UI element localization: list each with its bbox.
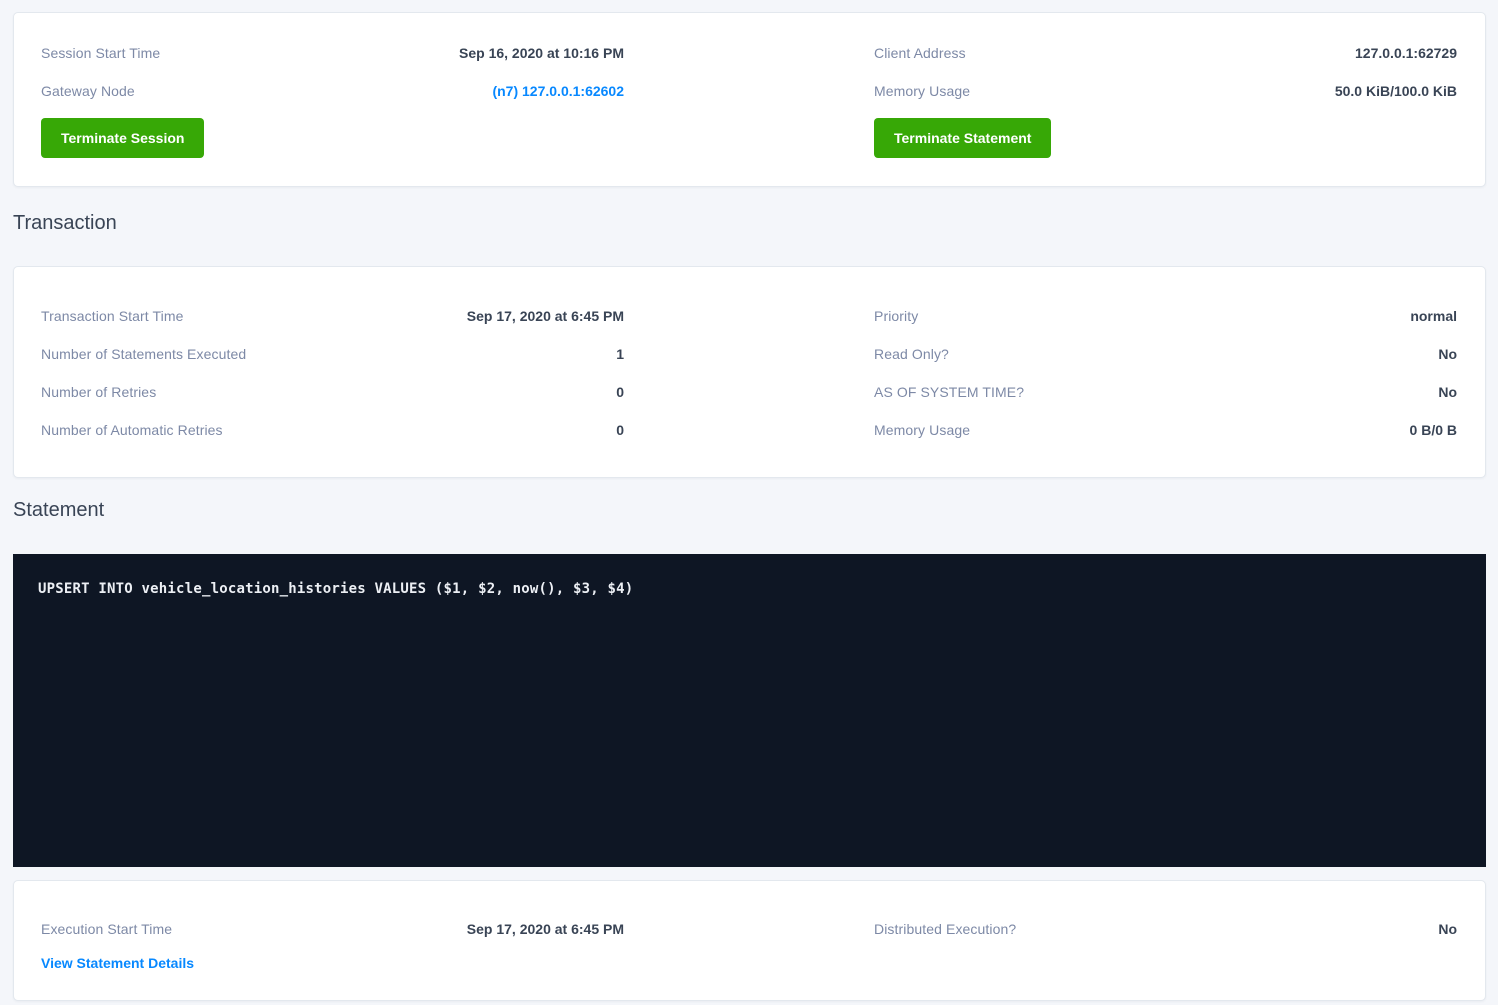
retries-label: Number of Retries xyxy=(41,384,156,400)
automatic-retries-row: Number of Automatic Retries 0 xyxy=(41,411,624,449)
automatic-retries-value: 0 xyxy=(616,422,624,438)
read-only-value: No xyxy=(1438,346,1457,362)
statements-executed-value: 1 xyxy=(616,346,624,362)
distributed-execution-row: Distributed Execution? No xyxy=(874,910,1457,948)
session-start-time-label: Session Start Time xyxy=(41,45,160,61)
transaction-memory-usage-row: Memory Usage 0 B/0 B xyxy=(874,411,1457,449)
gateway-node-link[interactable]: (n7) 127.0.0.1:62602 xyxy=(492,83,624,99)
transaction-card-left-column: Transaction Start Time Sep 17, 2020 at 6… xyxy=(41,297,624,449)
session-memory-usage-row: Memory Usage 50.0 KiB/100.0 KiB xyxy=(874,72,1457,110)
execution-start-time-value: Sep 17, 2020 at 6:45 PM xyxy=(467,921,624,937)
statements-executed-label: Number of Statements Executed xyxy=(41,346,246,362)
distributed-execution-value: No xyxy=(1438,921,1457,937)
execution-start-time-row: Execution Start Time Sep 17, 2020 at 6:4… xyxy=(41,910,624,948)
terminate-session-button[interactable]: Terminate Session xyxy=(41,118,204,158)
as-of-system-time-value: No xyxy=(1438,384,1457,400)
priority-label: Priority xyxy=(874,308,918,324)
transaction-start-time-row: Transaction Start Time Sep 17, 2020 at 6… xyxy=(41,297,624,335)
retries-row: Number of Retries 0 xyxy=(41,373,624,411)
priority-row: Priority normal xyxy=(874,297,1457,335)
sql-statement-box: UPSERT INTO vehicle_location_histories V… xyxy=(13,554,1486,867)
statement-card-right-column: Distributed Execution? No xyxy=(874,910,1457,973)
transaction-heading: Transaction xyxy=(13,212,1486,235)
automatic-retries-label: Number of Automatic Retries xyxy=(41,422,223,438)
read-only-label: Read Only? xyxy=(874,346,949,362)
view-statement-details-link[interactable]: View Statement Details xyxy=(41,955,194,971)
session-summary-card: Session Start Time Sep 16, 2020 at 10:16… xyxy=(13,12,1486,187)
session-start-time-value: Sep 16, 2020 at 10:16 PM xyxy=(459,45,624,61)
transaction-memory-usage-value: 0 B/0 B xyxy=(1410,422,1457,438)
gateway-node-row: Gateway Node (n7) 127.0.0.1:62602 xyxy=(41,72,624,110)
execution-start-time-label: Execution Start Time xyxy=(41,921,172,937)
priority-value: normal xyxy=(1410,308,1457,324)
read-only-row: Read Only? No xyxy=(874,335,1457,373)
transaction-start-time-label: Transaction Start Time xyxy=(41,308,184,324)
transaction-card: Transaction Start Time Sep 17, 2020 at 6… xyxy=(13,266,1486,478)
session-start-time-row: Session Start Time Sep 16, 2020 at 10:16… xyxy=(41,34,624,72)
as-of-system-time-label: AS OF SYSTEM TIME? xyxy=(874,384,1024,400)
as-of-system-time-row: AS OF SYSTEM TIME? No xyxy=(874,373,1457,411)
statement-details-card: Execution Start Time Sep 17, 2020 at 6:4… xyxy=(13,880,1486,1001)
session-details-page: Session Start Time Sep 16, 2020 at 10:16… xyxy=(0,0,1498,1005)
sql-statement-text: UPSERT INTO vehicle_location_histories V… xyxy=(38,581,1461,597)
transaction-card-right-column: Priority normal Read Only? No AS OF SYST… xyxy=(874,297,1457,449)
transaction-memory-usage-label: Memory Usage xyxy=(874,422,970,438)
statements-executed-row: Number of Statements Executed 1 xyxy=(41,335,624,373)
retries-value: 0 xyxy=(616,384,624,400)
session-card-right-column: Client Address 127.0.0.1:62729 Memory Us… xyxy=(874,34,1457,158)
terminate-statement-button[interactable]: Terminate Statement xyxy=(874,118,1051,158)
statement-card-left-column: Execution Start Time Sep 17, 2020 at 6:4… xyxy=(41,910,624,973)
client-address-label: Client Address xyxy=(874,45,966,61)
session-memory-usage-value: 50.0 KiB/100.0 KiB xyxy=(1335,83,1457,99)
transaction-start-time-value: Sep 17, 2020 at 6:45 PM xyxy=(467,308,624,324)
client-address-value: 127.0.0.1:62729 xyxy=(1355,45,1457,61)
gateway-node-label: Gateway Node xyxy=(41,83,135,99)
session-memory-usage-label: Memory Usage xyxy=(874,83,970,99)
view-statement-details-row: View Statement Details xyxy=(41,953,624,973)
statement-heading: Statement xyxy=(13,499,1486,522)
session-card-left-column: Session Start Time Sep 16, 2020 at 10:16… xyxy=(41,34,624,158)
client-address-row: Client Address 127.0.0.1:62729 xyxy=(874,34,1457,72)
distributed-execution-label: Distributed Execution? xyxy=(874,921,1016,937)
